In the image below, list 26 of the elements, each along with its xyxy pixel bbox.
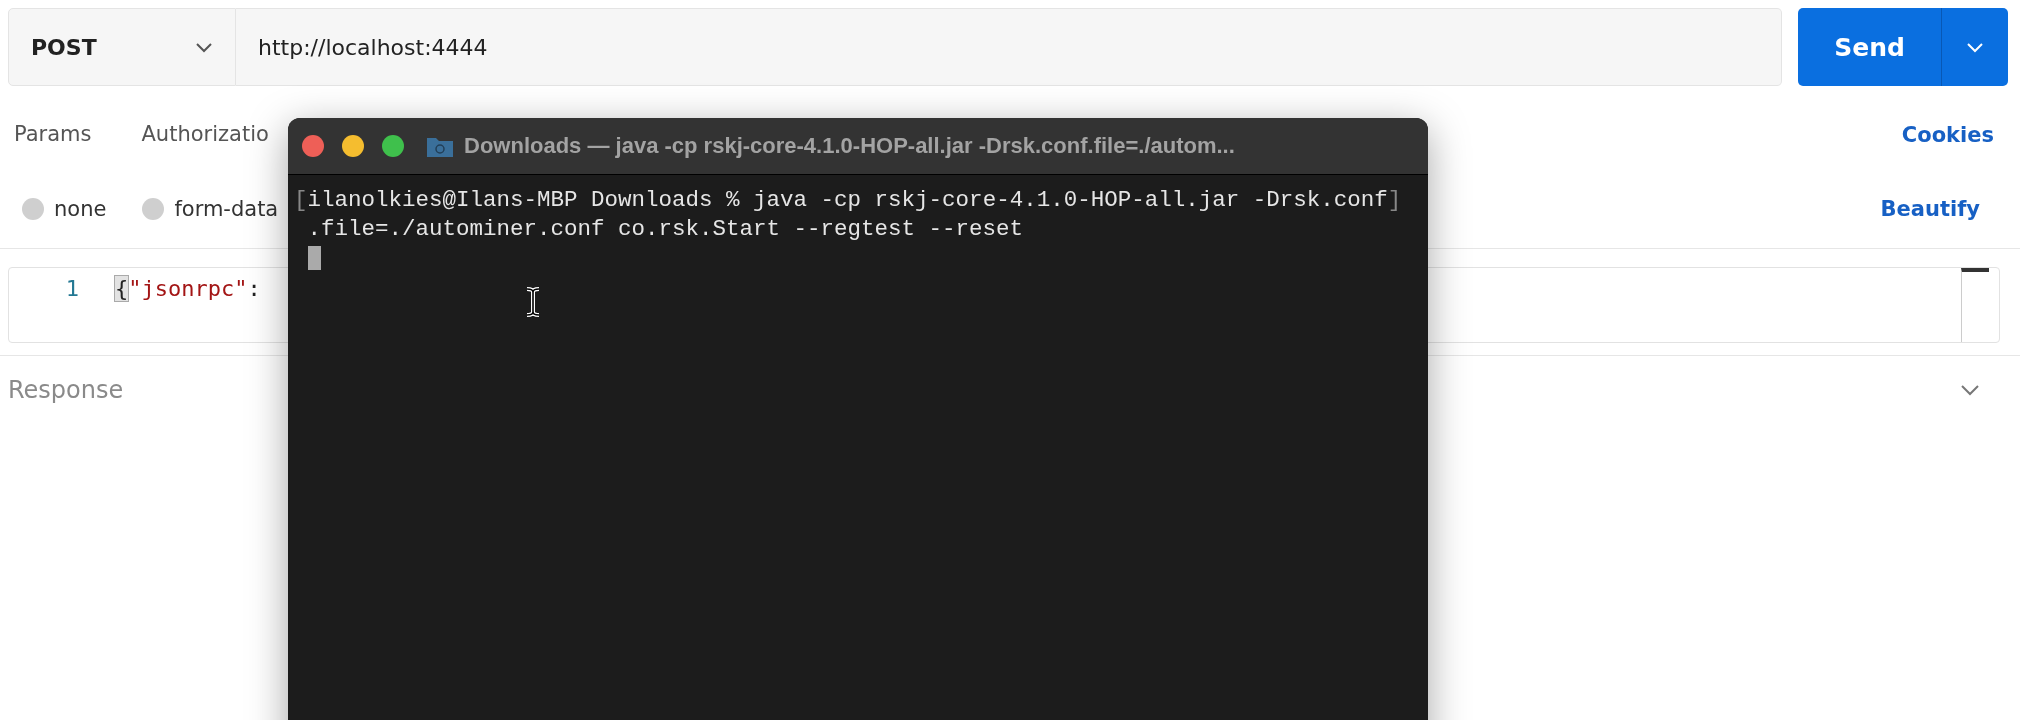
url-field[interactable]: http://localhost:4444 bbox=[236, 8, 1782, 86]
beautify-link[interactable]: Beautify bbox=[1880, 197, 1980, 221]
terminal-line: .file=./autominer.conf co.rsk.Start --regtest --reset bbox=[307, 215, 1024, 242]
request-tab[interactable]: Params bbox=[14, 122, 92, 148]
window-title: Downloads — java -cp rskj-core-4.1.0-HOP-all.jar -Drsk.conf.file=./autom... bbox=[464, 133, 1235, 159]
radio-label: form-data bbox=[174, 197, 279, 221]
zoom-button[interactable] bbox=[382, 135, 404, 157]
close-button[interactable] bbox=[302, 135, 324, 157]
line-mark: [ bbox=[294, 186, 308, 213]
chevron-down-icon bbox=[195, 41, 213, 53]
response-title: Response bbox=[8, 376, 124, 404]
cookies-link[interactable]: Cookies bbox=[1901, 123, 1994, 147]
method-select[interactable]: POST bbox=[8, 8, 236, 86]
send-button[interactable]: Send bbox=[1798, 8, 1942, 86]
radio-label: none bbox=[54, 197, 107, 221]
chevron-down-icon bbox=[1966, 41, 1984, 53]
code-line: {"jsonrpc": bbox=[115, 275, 261, 301]
chevron-down-icon[interactable] bbox=[1960, 384, 1980, 396]
radio-button[interactable] bbox=[142, 198, 165, 220]
minimize-button[interactable] bbox=[342, 135, 364, 157]
terminal-line: ilanolkies@Ilans-MBP Downloads % java -cp rskj-core-4.1.0-HOP-all.jar -Drsk.conf bbox=[307, 186, 1388, 213]
i-beam-cursor-icon bbox=[524, 287, 542, 317]
line-mark: ] bbox=[1387, 186, 1402, 213]
line-number: 1 bbox=[64, 275, 79, 301]
radio-button[interactable] bbox=[22, 198, 44, 220]
request-tab[interactable]: Authorizatio bbox=[141, 122, 269, 148]
